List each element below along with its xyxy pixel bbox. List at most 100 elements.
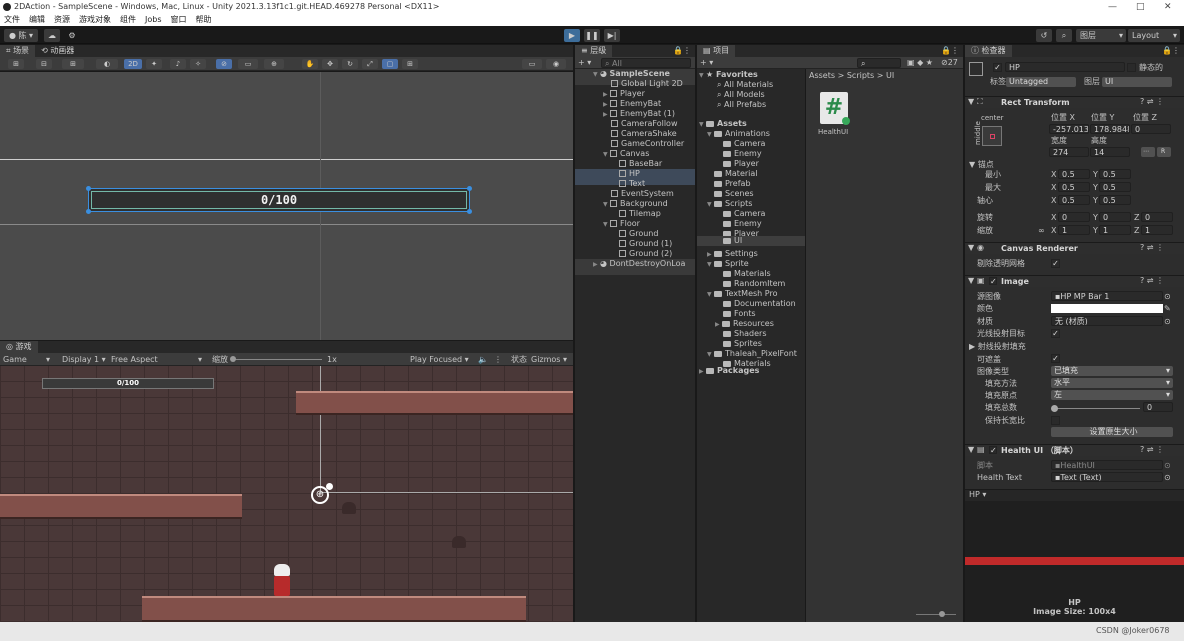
transform-all-icon[interactable]: ⊞ — [402, 59, 418, 69]
lock-icon[interactable]: 🔒⋮ — [673, 45, 691, 57]
collapse-icon[interactable]: ▼ — [968, 97, 974, 107]
preserve-aspect-checkbox[interactable] — [1051, 416, 1060, 425]
display-dropdown[interactable]: Display 1 ▾ — [62, 355, 106, 365]
menu-window[interactable]: 窗口 — [167, 14, 192, 26]
grid-icon[interactable]: ⊞ — [62, 59, 84, 69]
set-native-size-button[interactable]: 设置原生大小 — [1051, 427, 1173, 437]
play-button[interactable]: ▶ — [564, 29, 580, 42]
camera-icon[interactable]: ▭ — [238, 59, 258, 69]
gizmo-icon[interactable]: ⊕ — [264, 59, 284, 69]
gizmos-button[interactable]: Gizmos ▾ — [531, 355, 567, 365]
shading-icon[interactable]: ◐ — [96, 59, 118, 69]
pause-button[interactable]: ❚❚ — [584, 29, 600, 42]
breadcrumb-item[interactable]: UI — [886, 71, 894, 80]
anchor-max-x-field[interactable]: 0.5 — [1058, 182, 1090, 192]
object-picker-icon[interactable]: ⊙ — [1164, 473, 1171, 483]
transform-tool-icon[interactable]: ⊞ — [8, 59, 24, 69]
icon-size-slider-thumb[interactable] — [939, 611, 945, 617]
scene-camera-icon[interactable]: ◉ — [546, 59, 566, 69]
rect-tool-icon[interactable]: ▢ — [382, 59, 398, 69]
maximize-icon[interactable]: □ — [1136, 0, 1145, 14]
active-checkbox[interactable]: ✓ — [993, 63, 1002, 72]
favorite-item[interactable]: ⌕ All Prefabs — [697, 100, 766, 116]
breadcrumb-item[interactable]: Assets — [809, 71, 835, 80]
grid-snap-icon[interactable]: ⊟ — [36, 59, 52, 69]
width-field[interactable]: 274 — [1049, 147, 1089, 157]
menu-component[interactable]: 组件 — [116, 14, 141, 26]
blueprint-mode-button[interactable]: ⋯ — [1141, 147, 1155, 157]
component-menu-icons[interactable]: ? ⇌ ⋮ — [1140, 97, 1164, 107]
layers-dropdown[interactable]: 图层 ▾ — [1076, 29, 1126, 42]
component-menu-icons[interactable]: ? ⇌ ⋮ — [1140, 276, 1164, 286]
image-type-dropdown[interactable]: 已填充 ▾ — [1051, 366, 1173, 376]
eyedropper-icon[interactable]: ✎ — [1164, 304, 1171, 314]
pivot-x-field[interactable]: 0.5 — [1058, 195, 1090, 205]
fill-amount-field[interactable]: 0 — [1143, 402, 1173, 412]
fill-method-dropdown[interactable]: 水平 ▾ — [1051, 378, 1173, 388]
object-name-field[interactable]: HP — [1005, 62, 1125, 72]
layout-dropdown[interactable]: Layout ▾ — [1128, 29, 1180, 42]
rotation-x-field[interactable]: 0 — [1058, 212, 1090, 222]
aspect-dropdown[interactable]: Free Aspect — [111, 355, 158, 365]
pos-y-field[interactable]: 178.9848 — [1090, 124, 1130, 134]
fill-origin-dropdown[interactable]: 左 ▾ — [1051, 390, 1173, 400]
pos-x-field[interactable]: -257.0136 — [1049, 124, 1089, 134]
stats-button[interactable]: 状态 — [511, 355, 527, 365]
raw-edit-button[interactable]: R — [1157, 147, 1171, 157]
menu-edit[interactable]: 编辑 — [25, 14, 50, 26]
source-image-field[interactable]: ▪HP MP Bar 1 — [1051, 291, 1163, 301]
rect-handle[interactable] — [86, 186, 91, 191]
lock-icon[interactable]: 🔒⋮ — [1162, 45, 1180, 57]
tab-project[interactable]: ▤ 项目 — [697, 45, 736, 57]
scale-y-field[interactable]: 1 — [1099, 225, 1131, 235]
collapse-icon[interactable]: ▼ — [968, 445, 974, 455]
pos-z-field[interactable]: 0 — [1131, 124, 1171, 134]
menu-jobs[interactable]: Jobs — [141, 14, 167, 26]
object-picker-icon[interactable]: ⊙ — [1164, 317, 1171, 327]
rect-handle[interactable] — [467, 209, 472, 214]
material-field[interactable]: 无 (材质) — [1051, 316, 1163, 326]
object-picker-icon[interactable]: ⊙ — [1164, 292, 1171, 302]
mute-audio-icon[interactable]: 🔈 — [478, 355, 488, 365]
menu-assets[interactable]: 资源 — [50, 14, 75, 26]
health-text-field[interactable]: ▪Text (Text) — [1051, 472, 1163, 482]
color-swatch[interactable] — [1051, 304, 1163, 313]
raycast-target-checkbox[interactable]: ✓ — [1051, 329, 1060, 338]
anchor-min-x-field[interactable]: 0.5 — [1058, 169, 1090, 179]
rotation-y-field[interactable]: 0 — [1099, 212, 1131, 222]
tag-dropdown[interactable]: Untagged — [1006, 77, 1076, 87]
scale-z-field[interactable]: 1 — [1141, 225, 1173, 235]
tab-scene[interactable]: ⌗ 场景 — [0, 45, 36, 57]
lock-icon[interactable]: 🔒⋮ — [941, 45, 959, 57]
hand-tool-icon[interactable]: ✋ — [302, 59, 318, 69]
scale-tool-icon[interactable]: ⤢ — [362, 59, 378, 69]
toggle-2d-button[interactable]: 2D — [124, 59, 142, 69]
rotate-tool-icon[interactable]: ↻ — [342, 59, 358, 69]
scale-slider[interactable] — [232, 359, 322, 360]
icon-size-slider[interactable] — [916, 614, 956, 615]
history-icon[interactable]: ↺ — [1036, 29, 1052, 42]
audio-icon[interactable]: ♪ — [170, 59, 186, 69]
image-enabled-checkbox[interactable]: ✓ — [989, 277, 997, 286]
scale-slider-thumb[interactable] — [230, 356, 236, 362]
hierarchy-search-input[interactable]: ⌕ All — [601, 58, 691, 68]
menu-help[interactable]: 帮助 — [192, 14, 217, 26]
minimize-icon[interactable]: — — [1108, 0, 1117, 14]
tab-inspector[interactable]: ⓘ 检查器 — [965, 45, 1012, 57]
fill-amount-slider[interactable] — [1054, 408, 1140, 409]
game-mode-dropdown[interactable]: Game — [3, 355, 27, 365]
search-icon[interactable]: ⌕ — [1056, 29, 1072, 42]
tab-animator[interactable]: ⟲ 动画器 — [35, 45, 80, 57]
menu-file[interactable]: 文件 — [0, 14, 25, 26]
anchor-min-y-field[interactable]: 0.5 — [1099, 169, 1131, 179]
filter-icons[interactable]: ▣ ◆ ★ — [907, 58, 933, 68]
anchors-label[interactable]: ▼ 锚点 — [969, 160, 994, 170]
preview-header[interactable] — [965, 489, 1184, 501]
cloud-icon[interactable]: ☁ — [44, 29, 60, 42]
anchor-max-y-field[interactable]: 0.5 — [1099, 182, 1131, 192]
component-menu-icons[interactable]: ? ⇌ ⋮ — [1140, 243, 1164, 253]
tab-game[interactable]: ◎ 游戏 — [0, 341, 38, 353]
height-field[interactable]: 14 — [1090, 147, 1130, 157]
packages-row[interactable]: ▶ Packages — [697, 366, 759, 382]
effects-icon[interactable]: ✧ — [190, 59, 206, 69]
